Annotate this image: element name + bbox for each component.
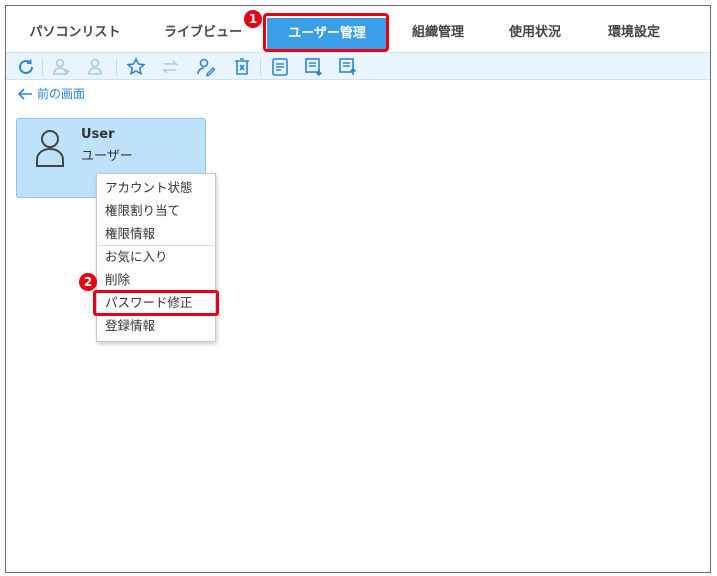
tab-environment-settings[interactable]: 環境設定 — [592, 14, 676, 52]
back-link[interactable]: 前の画面 — [17, 85, 85, 102]
toolbar — [6, 52, 710, 80]
tab-organization[interactable]: 組織管理 — [396, 14, 480, 52]
tab-live-view[interactable]: ライブビュー — [148, 14, 258, 52]
menu-item-registration-info[interactable]: 登録情報 — [97, 315, 215, 337]
step-marker-1: 1 — [244, 10, 262, 28]
favorite-star-icon[interactable] — [126, 57, 146, 77]
edit-user-icon[interactable] — [196, 57, 216, 77]
highlight-box-tab — [263, 13, 389, 52]
export-icon[interactable] — [304, 57, 324, 77]
menu-item-account-status[interactable]: アカウント状態 — [97, 177, 215, 199]
back-link-label: 前の画面 — [37, 87, 86, 101]
refresh-icon[interactable] — [16, 57, 36, 77]
context-menu: アカウント状態 権限割り当て 権限情報 お気に入り 削除 パスワード修正 登録情… — [96, 173, 216, 342]
menu-item-delete[interactable]: 削除 — [97, 269, 215, 291]
menu-item-favorite[interactable]: お気に入り — [97, 246, 215, 268]
list-icon[interactable] — [270, 57, 290, 77]
tab-usage-status[interactable]: 使用状況 — [492, 14, 578, 52]
user-name: User — [81, 127, 115, 142]
menu-item-permission-info[interactable]: 権限情報 — [97, 223, 215, 245]
arrow-left-icon — [17, 87, 32, 100]
user-role: ユーザー — [81, 149, 133, 164]
menu-item-assign-permission[interactable]: 権限割り当て — [97, 200, 215, 222]
user-avatar-icon — [36, 130, 64, 167]
tab-pc-list[interactable]: パソコンリスト — [6, 14, 144, 52]
step-marker-2: 2 — [79, 273, 97, 291]
add-user-icon[interactable] — [52, 57, 72, 77]
import-icon[interactable] — [338, 57, 358, 77]
add-user-alt-icon[interactable] — [86, 57, 106, 77]
delete-icon[interactable] — [232, 57, 252, 77]
highlight-box-menu-item — [93, 290, 219, 316]
swap-icon[interactable] — [160, 57, 180, 77]
